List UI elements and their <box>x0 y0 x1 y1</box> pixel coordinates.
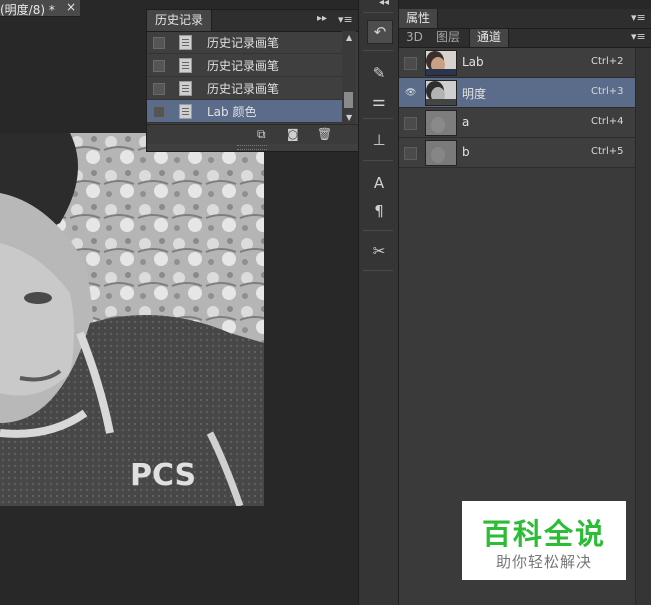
svg-text:PCS: PCS <box>130 458 196 493</box>
history-brush-source-checkbox[interactable] <box>153 106 165 118</box>
channels-tabbar: 3D 图层 通道 ▾≡ <box>399 29 651 48</box>
document-icon <box>179 81 192 96</box>
scroll-thumb[interactable] <box>344 92 353 108</box>
panel-menu-icon[interactable]: ▾≡ <box>338 13 353 26</box>
tab-layers[interactable]: 图层 <box>429 29 467 47</box>
history-icon[interactable]: ↶ <box>367 20 393 44</box>
history-item-label: Lab 颜色 <box>207 105 257 119</box>
watermark-logo: 百科全说 助你轻松解决 <box>462 501 626 580</box>
double-chevron-right-icon[interactable]: ▸▸ <box>317 13 327 24</box>
resize-grip[interactable] <box>237 145 267 150</box>
scroll-up-icon[interactable]: ▲ <box>346 33 352 42</box>
snapshot-camera-icon[interactable]: ◙ <box>287 127 299 141</box>
docked-icon-strip: ◂◂ ↶ ✎ ⚌ ⊥ A ¶ ✂ <box>358 0 399 605</box>
history-item[interactable]: 历史记录画笔 <box>147 54 342 77</box>
strip-divider <box>363 160 393 161</box>
history-item-selected[interactable]: Lab 颜色 <box>147 100 342 123</box>
history-panel[interactable]: 历史记录 ▸▸ ▾≡ 历史记录画笔 历史记录画笔 历史记录画笔 Lab 颜色 ▲… <box>146 9 359 152</box>
grayscale-photo: PCS <box>0 133 264 506</box>
channel-thumbnail <box>425 80 457 106</box>
watermark-subtitle: 助你轻松解决 <box>495 553 592 571</box>
history-footer: ⧉ ◙ 🗑 <box>147 124 358 144</box>
history-scrollbar[interactable]: ▲ ▼ <box>342 31 356 124</box>
properties-tabbar: 属性 ▾≡ <box>399 9 651 29</box>
new-document-from-state-icon[interactable]: ⧉ <box>257 127 266 142</box>
channel-thumbnail <box>425 140 457 166</box>
strip-divider <box>363 230 393 231</box>
strip-divider <box>363 118 393 119</box>
document-tab[interactable]: (明度/8) * × <box>0 0 80 17</box>
channel-thumbnail <box>425 110 457 136</box>
visibility-toggle[interactable] <box>404 147 417 160</box>
history-item[interactable]: 历史记录画笔 <box>147 77 342 100</box>
channel-shortcut: Ctrl+2 <box>591 56 624 67</box>
eye-icon[interactable]: 👁 <box>404 87 417 100</box>
watermark-title: 百科全说 <box>481 517 606 551</box>
tools-icon[interactable]: ✂ <box>367 240 391 262</box>
history-panel-header: 历史记录 ▸▸ ▾≡ <box>147 10 358 32</box>
channel-name: b <box>462 145 470 159</box>
history-item-label: 历史记录画笔 <box>207 36 280 50</box>
channel-name: a <box>462 115 470 129</box>
paragraph-icon[interactable]: ¶ <box>367 200 391 222</box>
character-icon[interactable]: A <box>367 172 391 194</box>
tab-properties[interactable]: 属性 <box>399 9 439 28</box>
canvas-image[interactable]: PCS <box>0 133 264 506</box>
trash-icon[interactable]: 🗑 <box>317 127 332 141</box>
brush-presets-icon[interactable]: ✎ <box>367 62 391 84</box>
adjustments-icon[interactable]: ⚌ <box>367 90 391 112</box>
history-brush-source-checkbox[interactable] <box>153 83 165 95</box>
visibility-toggle[interactable] <box>404 117 417 130</box>
document-icon <box>179 58 192 73</box>
document-icon <box>179 104 192 119</box>
visibility-toggle[interactable] <box>404 57 417 70</box>
channel-row-b[interactable]: b Ctrl+5 <box>399 138 635 168</box>
double-chevron-left-icon[interactable]: ◂◂ <box>379 0 389 8</box>
channel-name: 明度 <box>462 87 487 101</box>
history-brush-source-checkbox[interactable] <box>153 37 165 49</box>
history-brush-source-checkbox[interactable] <box>153 60 165 72</box>
history-item-label: 历史记录画笔 <box>207 59 280 73</box>
channel-shortcut: Ctrl+4 <box>591 116 624 127</box>
strip-divider <box>363 50 393 51</box>
channel-row-lightness[interactable]: 👁 明度 Ctrl+3 <box>399 78 635 108</box>
channel-shortcut: Ctrl+3 <box>591 86 624 97</box>
channel-shortcut: Ctrl+5 <box>591 146 624 157</box>
history-tab[interactable]: 历史记录 <box>147 10 213 31</box>
document-tab-title: (明度/8) * <box>0 3 55 17</box>
history-item[interactable]: 历史记录画笔 <box>147 31 342 54</box>
tab-3d[interactable]: 3D <box>399 29 430 47</box>
clone-source-icon[interactable]: ⊥ <box>367 129 391 151</box>
channel-thumbnail <box>425 50 457 76</box>
scroll-down-icon[interactable]: ▼ <box>346 113 352 122</box>
panel-menu-icon[interactable]: ▾≡ <box>631 11 646 24</box>
panel-menu-icon[interactable]: ▾≡ <box>631 30 646 43</box>
channel-name: Lab <box>462 55 484 69</box>
history-item-label: 历史记录画笔 <box>207 82 280 96</box>
document-icon <box>179 35 192 50</box>
strip-divider <box>363 12 393 13</box>
close-icon[interactable]: × <box>66 0 76 14</box>
channel-row-a[interactable]: a Ctrl+4 <box>399 108 635 138</box>
strip-divider <box>363 270 393 271</box>
channels-scrollbar[interactable] <box>635 48 651 605</box>
tab-channels[interactable]: 通道 <box>469 29 510 47</box>
channel-row-lab[interactable]: Lab Ctrl+2 <box>399 48 635 78</box>
